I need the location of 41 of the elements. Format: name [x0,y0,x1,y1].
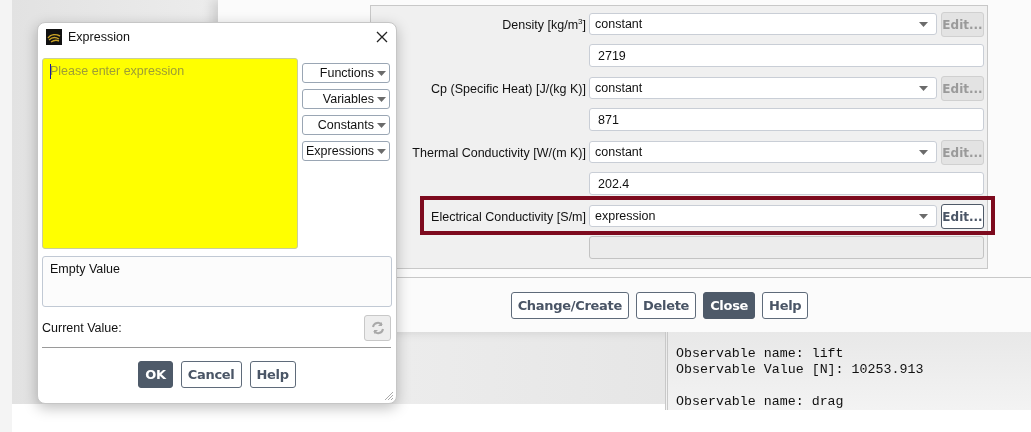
caret-icon [377,70,386,76]
dialog-button[interactable]: Change/Create [510,291,629,319]
edit-button[interactable]: Edit... [941,204,984,229]
dialog-button[interactable]: Delete [636,291,697,319]
resize-grip-icon[interactable] [384,391,394,401]
logo-icon [46,29,62,45]
menu-button[interactable]: Functions [302,63,390,83]
dialog-button[interactable]: OK [138,361,173,388]
close-icon[interactable] [376,31,388,43]
caret-icon [919,21,928,27]
dialog-button[interactable]: Help [762,291,809,319]
console-line: Observable name: lift [676,346,845,362]
caret-icon [919,149,928,155]
property-label: Cp (Specific Heat) [J/(kg K)] [431,82,586,96]
method-dropdown[interactable]: expression [589,205,937,227]
method-dropdown[interactable]: constant [589,141,937,163]
console-line: Observable name: drag [676,394,845,410]
dialog-button[interactable]: Close [703,291,756,319]
property-label: Thermal Conductivity [W/(m K)] [412,146,586,160]
method-dropdown[interactable]: constant [589,77,937,99]
menu-button[interactable]: Expressions [302,141,390,161]
caret-icon [919,85,928,91]
preview-field: Empty Value [42,256,392,307]
dialog-button[interactable]: Cancel [180,361,242,388]
caret-icon [377,96,386,102]
caret-icon [377,122,386,128]
value-field[interactable]: 2719 [589,44,984,67]
refresh-icon [370,321,385,335]
menu-button[interactable]: Variables [302,89,390,109]
value-field[interactable]: 871 [589,108,984,131]
caret-icon [919,213,928,219]
current-value-label: Current Value: [42,321,122,335]
caret-icon [377,148,386,154]
method-dropdown[interactable]: constant [589,13,937,35]
property-label: Electrical Conductivity [S/m] [431,210,586,224]
property-label: Density [kg/m$^{3}$] [502,17,586,33]
menu-button[interactable]: Constants [302,115,390,135]
console-line: Observable Value [N]: 10253.913 [676,362,925,378]
window-title: Expression [68,30,131,44]
dialog-button[interactable]: Help [249,361,296,388]
value-field[interactable]: 202.4 [589,172,984,195]
